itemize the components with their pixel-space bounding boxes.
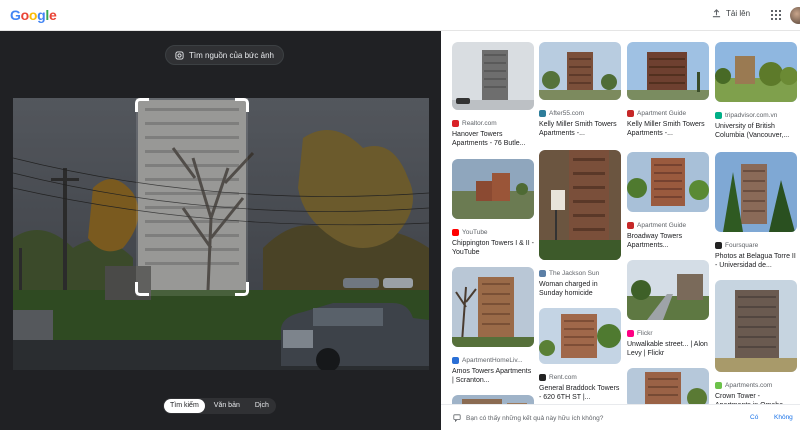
logo-letter: o	[20, 7, 30, 23]
source-favicon-icon	[627, 110, 634, 117]
result-thumbnail	[627, 260, 709, 320]
crop-handle-top-left[interactable]	[135, 98, 149, 112]
result-source: After55.com	[549, 110, 585, 117]
find-source-button[interactable]: Tìm nguồn của bức ảnh	[165, 45, 284, 65]
result-card[interactable]: Realtor.com Hanover Towers Apartments - …	[452, 42, 534, 148]
result-title: Hanover Towers Apartments - 76 Butle...	[452, 131, 526, 147]
result-source: Apartment Guide	[637, 110, 687, 117]
upload-icon	[712, 9, 721, 18]
top-bar: Google Tải lên	[0, 0, 800, 31]
logo-letter: G	[10, 7, 21, 23]
result-source: Flickr	[637, 330, 653, 337]
crop-handle-top-right[interactable]	[235, 98, 249, 112]
result-thumbnail	[627, 152, 709, 212]
result-title: Woman charged in Sunday homicide	[539, 281, 598, 297]
result-title: University of British Columbia (Vancouve…	[715, 123, 790, 139]
result-source: Foursquare	[725, 242, 759, 249]
result-thumbnail	[627, 42, 709, 100]
mode-text[interactable]: Văn bản	[208, 399, 246, 413]
avatar[interactable]	[790, 7, 800, 24]
result-source: The Jackson Sun	[549, 270, 600, 277]
result-source: YouTube	[462, 229, 488, 236]
source-favicon-icon	[452, 229, 459, 236]
result-card[interactable]: ApartmentHomeLiv... Amos Towers Apartmen…	[452, 267, 534, 385]
apps-grid-icon[interactable]	[771, 10, 781, 20]
result-thumbnail	[715, 280, 797, 372]
result-thumbnail	[452, 267, 534, 347]
result-card[interactable]: YouTube Chippington Towers I & II - YouT…	[452, 159, 534, 257]
lens-search-icon	[175, 50, 184, 60]
source-favicon-icon	[627, 330, 634, 337]
mode-search[interactable]: Tìm kiếm	[164, 399, 205, 413]
feedback-question: Bạn có thấy những kết quả này hữu ích kh…	[466, 414, 604, 422]
feedback-bar: Bạn có thấy những kết quả này hữu ích kh…	[441, 404, 800, 430]
result-card[interactable]: Flickr Unwalkable street... | Alon Levy …	[627, 260, 709, 358]
logo-letter: o	[28, 7, 38, 23]
result-thumbnail	[539, 308, 621, 364]
result-source: Rent.com	[549, 374, 577, 381]
result-card[interactable]: Apartments.com Crown Tower - Apartments …	[715, 280, 797, 404]
result-source: ApartmentHomeLiv...	[462, 357, 523, 364]
source-favicon-icon	[539, 374, 546, 381]
logo-letter: e	[48, 7, 57, 23]
source-favicon-icon	[539, 270, 546, 277]
result-thumbnail	[539, 150, 621, 260]
result-source: tripadvisor.com.vn	[725, 112, 778, 119]
result-title: Photos at Belagua Torre II - Universidad…	[715, 253, 796, 269]
result-card[interactable]: tripadvisor.com.vn University of British…	[715, 42, 798, 140]
result-source: Apartment Guide	[637, 222, 687, 229]
source-favicon-icon	[627, 222, 634, 229]
result-title: Amos Towers Apartments | Scranton...	[452, 368, 532, 384]
result-thumbnail	[715, 152, 797, 232]
mode-translate[interactable]: Dịch	[249, 399, 275, 413]
result-thumbnail	[452, 159, 534, 219]
result-card[interactable]: Apartment Guide Broadway Towers Apartmen…	[627, 152, 709, 250]
result-source: Apartments.com	[725, 382, 773, 389]
find-source-label: Tìm nguồn của bức ảnh	[189, 50, 274, 60]
result-thumbnail	[539, 42, 621, 100]
result-title: Chippington Towers I & II - YouTube	[452, 240, 534, 256]
feedback-yes-button[interactable]: Có	[750, 414, 758, 421]
result-source: Realtor.com	[462, 120, 497, 127]
result-title: Kelly Miller Smith Towers Apartments -..…	[627, 121, 705, 137]
result-card[interactable]: The Jackson Sun Woman charged in Sunday …	[539, 150, 621, 298]
result-thumbnail	[452, 395, 534, 404]
upload-button[interactable]: Tải lên	[712, 9, 750, 18]
lens-mode-switcher: Tìm kiếm Văn bản Dịch	[163, 398, 276, 414]
result-title: Crown Tower - Apartments in Omaha,...	[715, 393, 791, 404]
source-favicon-icon	[539, 110, 546, 117]
result-title: Unwalkable street... | Alon Levy | Flick…	[627, 341, 708, 357]
result-card[interactable]	[627, 368, 709, 404]
source-favicon-icon	[452, 357, 459, 364]
result-title: Broadway Towers Apartments...	[627, 233, 683, 249]
source-favicon-icon	[715, 112, 722, 119]
result-thumbnail	[715, 42, 798, 102]
result-title: General Braddock Towers - 620 6TH ST |..…	[539, 385, 620, 401]
result-card[interactable]: Rent.com General Braddock Towers - 620 6…	[539, 308, 621, 402]
result-card[interactable]: Foursquare Photos at Belagua Torre II - …	[715, 152, 797, 270]
results-grid: Realtor.com Hanover Towers Apartments - …	[441, 31, 800, 404]
google-logo[interactable]: Google	[10, 7, 57, 23]
photo-scene	[13, 98, 429, 370]
source-favicon-icon	[715, 382, 722, 389]
feedback-no-button[interactable]: Không	[774, 414, 793, 421]
lens-image-pane: Tìm nguồn của bức ảnh Tìm kiếm Văn bản D…	[0, 31, 441, 430]
crop-handle-bottom-right[interactable]	[235, 282, 249, 296]
result-card[interactable]: Apartment Guide Kelly Miller Smith Tower…	[627, 42, 709, 138]
result-thumbnail	[627, 368, 709, 404]
result-card[interactable]	[452, 395, 534, 404]
crop-handle-bottom-left[interactable]	[135, 282, 149, 296]
upload-label: Tải lên	[726, 9, 751, 18]
source-favicon-icon	[715, 242, 722, 249]
result-card[interactable]: After55.com Kelly Miller Smith Towers Ap…	[539, 42, 621, 138]
source-favicon-icon	[452, 120, 459, 127]
feedback-icon	[453, 414, 461, 422]
result-thumbnail	[452, 42, 534, 110]
result-title: Kelly Miller Smith Towers Apartments -..…	[539, 121, 617, 137]
uploaded-photo[interactable]	[13, 98, 429, 370]
